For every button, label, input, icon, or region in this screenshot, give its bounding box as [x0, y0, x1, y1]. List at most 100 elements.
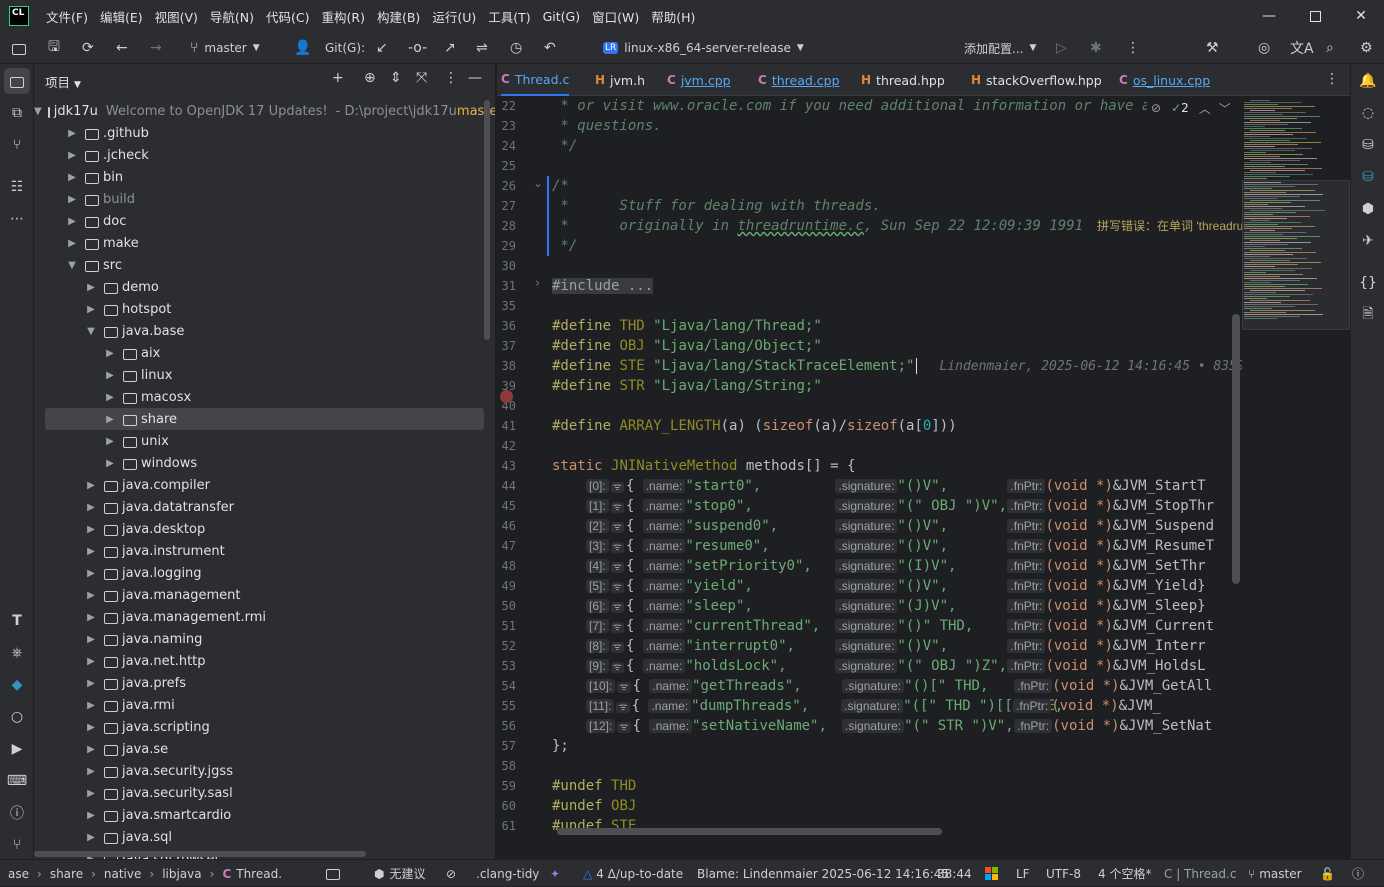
inspection-widget[interactable]: ⊘ ✓ 2 ︿ ﹀	[1147, 98, 1235, 118]
tree-scrollbar[interactable]	[484, 100, 490, 340]
run-config-selector[interactable]: LR linux-x86_64-server-release ▼	[603, 32, 804, 64]
project-panel-title[interactable]: 项目 ▼	[45, 72, 81, 91]
editor-tab[interactable]: HstackOverflow.hpp	[971, 64, 1102, 96]
chevron-right-icon[interactable]: ▶	[65, 150, 79, 161]
ai-suggestion-widget[interactable]: ⬢ 无建议	[374, 860, 426, 887]
tree-item[interactable]: ▶ linux	[34, 364, 495, 386]
windows-icon[interactable]	[985, 860, 998, 887]
tree-item[interactable]: ▶ java.logging	[34, 562, 495, 584]
editor-tab[interactable]: Cos_linux.cpp	[1119, 64, 1210, 96]
save-icon[interactable]: 🖫	[48, 32, 60, 64]
tree-root-jdk17u[interactable]: ▼ jdk17u Welcome to OpenJDK 17 Updates! …	[34, 100, 495, 122]
chevron-right-icon[interactable]: ▶	[103, 436, 117, 447]
menu-item[interactable]: 编辑(E)	[94, 7, 149, 26]
tree-item[interactable]: ▶ java.scripting	[34, 716, 495, 738]
clang-tidy-widget[interactable]: .clang-tidy	[476, 860, 539, 887]
close-window-button[interactable]: ✕	[1338, 0, 1384, 32]
menu-item[interactable]: 窗口(W)	[586, 7, 645, 26]
usage-lens-icon[interactable]: ᯤ	[617, 722, 631, 733]
git-icon[interactable]: ⑂	[4, 832, 30, 858]
problems-icon[interactable]: ⓘ	[4, 800, 30, 826]
next-highlight-icon[interactable]: ﹀	[1219, 100, 1231, 117]
rollback-icon[interactable]: ↶	[544, 32, 556, 64]
previous-highlight-icon[interactable]: ︿	[1199, 100, 1211, 117]
chevron-right-icon[interactable]: ▶	[65, 172, 79, 183]
ai-chat-icon[interactable]: ◌	[1355, 100, 1381, 126]
bookmarks-icon[interactable]: ⧉	[4, 100, 30, 126]
editor-horizontal-scrollbar[interactable]	[557, 828, 942, 835]
pull-requests-icon[interactable]: ⑂	[4, 132, 30, 158]
database-active-icon[interactable]: ⛁	[1355, 164, 1381, 190]
run-icon[interactable]: ▷	[1056, 32, 1067, 64]
tree-item[interactable]: ▶ .github	[34, 122, 495, 144]
back-icon[interactable]: ←	[116, 32, 128, 64]
tree-item[interactable]: ▶ windows	[34, 452, 495, 474]
editor-tab[interactable]: C Thread.c	[501, 64, 570, 96]
minimize-button[interactable]: —	[1246, 0, 1292, 32]
chevron-right-icon[interactable]: ▶	[84, 590, 98, 601]
usage-lens-icon[interactable]: ᯤ	[610, 502, 624, 513]
tree-item[interactable]: ▶ java.security.jgss	[34, 760, 495, 782]
chevron-right-icon[interactable]: ▶	[84, 700, 98, 711]
lock-icon[interactable]: 🔓	[1320, 860, 1335, 887]
plugin-status-icon[interactable]: ✦	[550, 860, 560, 887]
usage-lens-icon[interactable]: ᯤ	[610, 602, 624, 613]
chevron-right-icon[interactable]: ▶	[65, 238, 79, 249]
tree-item[interactable]: ▶ hotspot	[34, 298, 495, 320]
file-encoding[interactable]: UTF-8	[1046, 860, 1081, 887]
tree-item[interactable]: ▶ make	[34, 232, 495, 254]
chevron-right-icon[interactable]: ▶	[84, 810, 98, 821]
structure-icon[interactable]: ☷	[4, 174, 30, 200]
menu-item[interactable]: 帮助(H)	[645, 7, 701, 26]
documents-icon[interactable]: 🗎	[1355, 302, 1381, 328]
tree-item[interactable]: ▶ macosx	[34, 386, 495, 408]
search-icon[interactable]: ⌕	[1326, 32, 1334, 64]
notifications-icon[interactable]: 🔔	[1355, 68, 1381, 94]
chevron-down-icon[interactable]: ▼	[84, 326, 98, 337]
menu-item[interactable]: 重构(R)	[316, 7, 371, 26]
tree-item[interactable]: ▶ doc	[34, 210, 495, 232]
blame-status[interactable]: Blame: Lindenmaier 2025-06-12 14:16:45	[697, 860, 949, 887]
tree-item[interactable]: ▶ java.rmi	[34, 694, 495, 716]
chevron-right-icon[interactable]: ▶	[84, 304, 98, 315]
line-separator[interactable]: LF	[1016, 860, 1030, 887]
chevron-right-icon[interactable]: ▶	[103, 458, 117, 469]
chevron-right-icon[interactable]: ▶	[84, 282, 98, 293]
database-cube-icon[interactable]: ◆	[4, 672, 30, 698]
tree-item[interactable]: ▶ java.desktop	[34, 518, 495, 540]
tree-item[interactable]: ▶ java.security.sasl	[34, 782, 495, 804]
terminal-icon[interactable]: ⌨	[4, 768, 30, 794]
editor-tab[interactable]: Cjvm.cpp	[667, 64, 731, 96]
chevron-right-icon[interactable]: ▶	[103, 370, 117, 381]
open-folder-icon[interactable]	[12, 32, 26, 64]
tree-item[interactable]: ▶ build	[34, 188, 495, 210]
ai-assistant-icon[interactable]: ◎	[1258, 32, 1270, 64]
usage-lens-icon[interactable]: ᯤ	[610, 542, 624, 553]
expand-all-icon[interactable]: ⇕	[390, 70, 402, 86]
chevron-right-icon[interactable]: ▶	[103, 414, 117, 425]
tree-item[interactable]: ▶ java.sql	[34, 826, 495, 848]
usage-lens-icon[interactable]: ᯤ	[610, 482, 624, 493]
code-view[interactable]: * or visit www.oracle.com if you need ad…	[552, 96, 1242, 859]
chevron-right-icon[interactable]: ▶	[84, 568, 98, 579]
chevron-right-icon[interactable]: ▶	[84, 480, 98, 491]
breadcrumb-item[interactable]: Thread.	[236, 867, 282, 881]
menu-item[interactable]: 工具(T)	[482, 7, 536, 26]
collapse-all-icon[interactable]: ⤧	[416, 70, 427, 86]
breadcrumb-item[interactable]: libjava	[162, 867, 201, 881]
menu-item[interactable]: 视图(V)	[149, 7, 204, 26]
merge-icon[interactable]: ⇌	[476, 32, 488, 64]
locate-icon[interactable]: ⊕	[364, 70, 376, 86]
chevron-right-icon[interactable]: ▶	[65, 216, 79, 227]
app-logo[interactable]: CL	[9, 6, 29, 26]
plugin-icon[interactable]: ⬢	[1355, 196, 1381, 222]
menu-item[interactable]: 构建(B)	[371, 7, 426, 26]
breadcrumb-item[interactable]: native	[104, 867, 141, 881]
indent-setting[interactable]: 4 个空格*	[1098, 860, 1151, 887]
update-project-icon[interactable]: ↙	[376, 32, 388, 64]
editor-tab[interactable]: Hjvm.h	[595, 64, 645, 96]
terminal-t-icon[interactable]: T	[4, 608, 30, 634]
forward-icon[interactable]: →	[150, 32, 162, 64]
chat-icon[interactable]: ○	[4, 704, 30, 730]
tree-horizontal-scrollbar[interactable]	[34, 851, 366, 857]
